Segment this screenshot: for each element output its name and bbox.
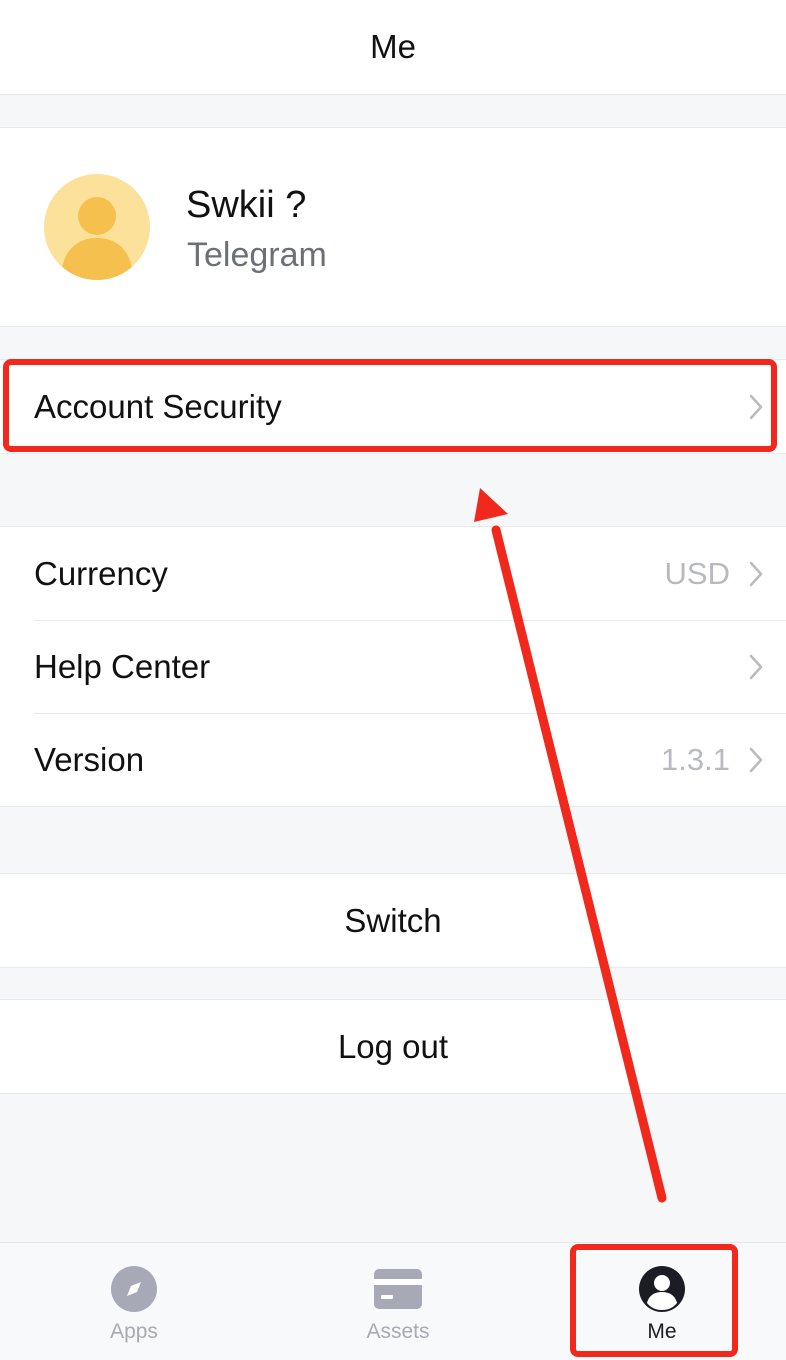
currency-value: USD	[664, 555, 730, 591]
account-security-row[interactable]: Account Security	[0, 360, 786, 453]
logout-label: Log out	[337, 1027, 449, 1065]
chevron-right-icon	[749, 394, 763, 419]
chevron-right-icon	[749, 654, 763, 679]
compass-icon	[111, 1266, 157, 1312]
tab-assets[interactable]: Assets	[318, 1243, 478, 1360]
page-header: Me	[0, 0, 786, 95]
bottom-tab-bar: Apps Assets Me	[0, 1242, 786, 1360]
page-title: Me	[370, 28, 416, 65]
profile-name: Swkii ?	[186, 184, 307, 226]
tab-apps-label: Apps	[110, 1320, 158, 1343]
security-group: Account Security	[0, 359, 786, 454]
version-label: Version	[34, 740, 145, 778]
help-center-label: Help Center	[34, 647, 211, 685]
tab-me[interactable]: Me	[582, 1243, 742, 1360]
settings-group: Currency USD Help Center Version 1.3.1	[0, 526, 786, 807]
user-avatar-icon	[44, 174, 150, 280]
tab-assets-label: Assets	[366, 1320, 430, 1343]
version-row[interactable]: Version 1.3.1	[0, 713, 786, 806]
tab-me-label: Me	[647, 1320, 677, 1343]
card-icon	[374, 1269, 422, 1309]
switch-label: Switch	[344, 901, 442, 939]
profile-card[interactable]: Swkii ? Telegram	[0, 127, 786, 327]
currency-label: Currency	[34, 554, 168, 592]
arrow-head	[474, 488, 508, 522]
currency-row[interactable]: Currency USD	[0, 527, 786, 620]
help-center-row[interactable]: Help Center	[0, 620, 786, 713]
user-circle-icon	[639, 1266, 685, 1312]
logout-button[interactable]: Log out	[0, 999, 786, 1094]
chevron-right-icon	[749, 561, 763, 586]
tab-apps[interactable]: Apps	[54, 1243, 214, 1360]
profile-platform: Telegram	[187, 236, 327, 274]
switch-button[interactable]: Switch	[0, 873, 786, 968]
account-security-label: Account Security	[34, 387, 282, 425]
version-value: 1.3.1	[661, 741, 730, 777]
chevron-right-icon	[749, 747, 763, 772]
